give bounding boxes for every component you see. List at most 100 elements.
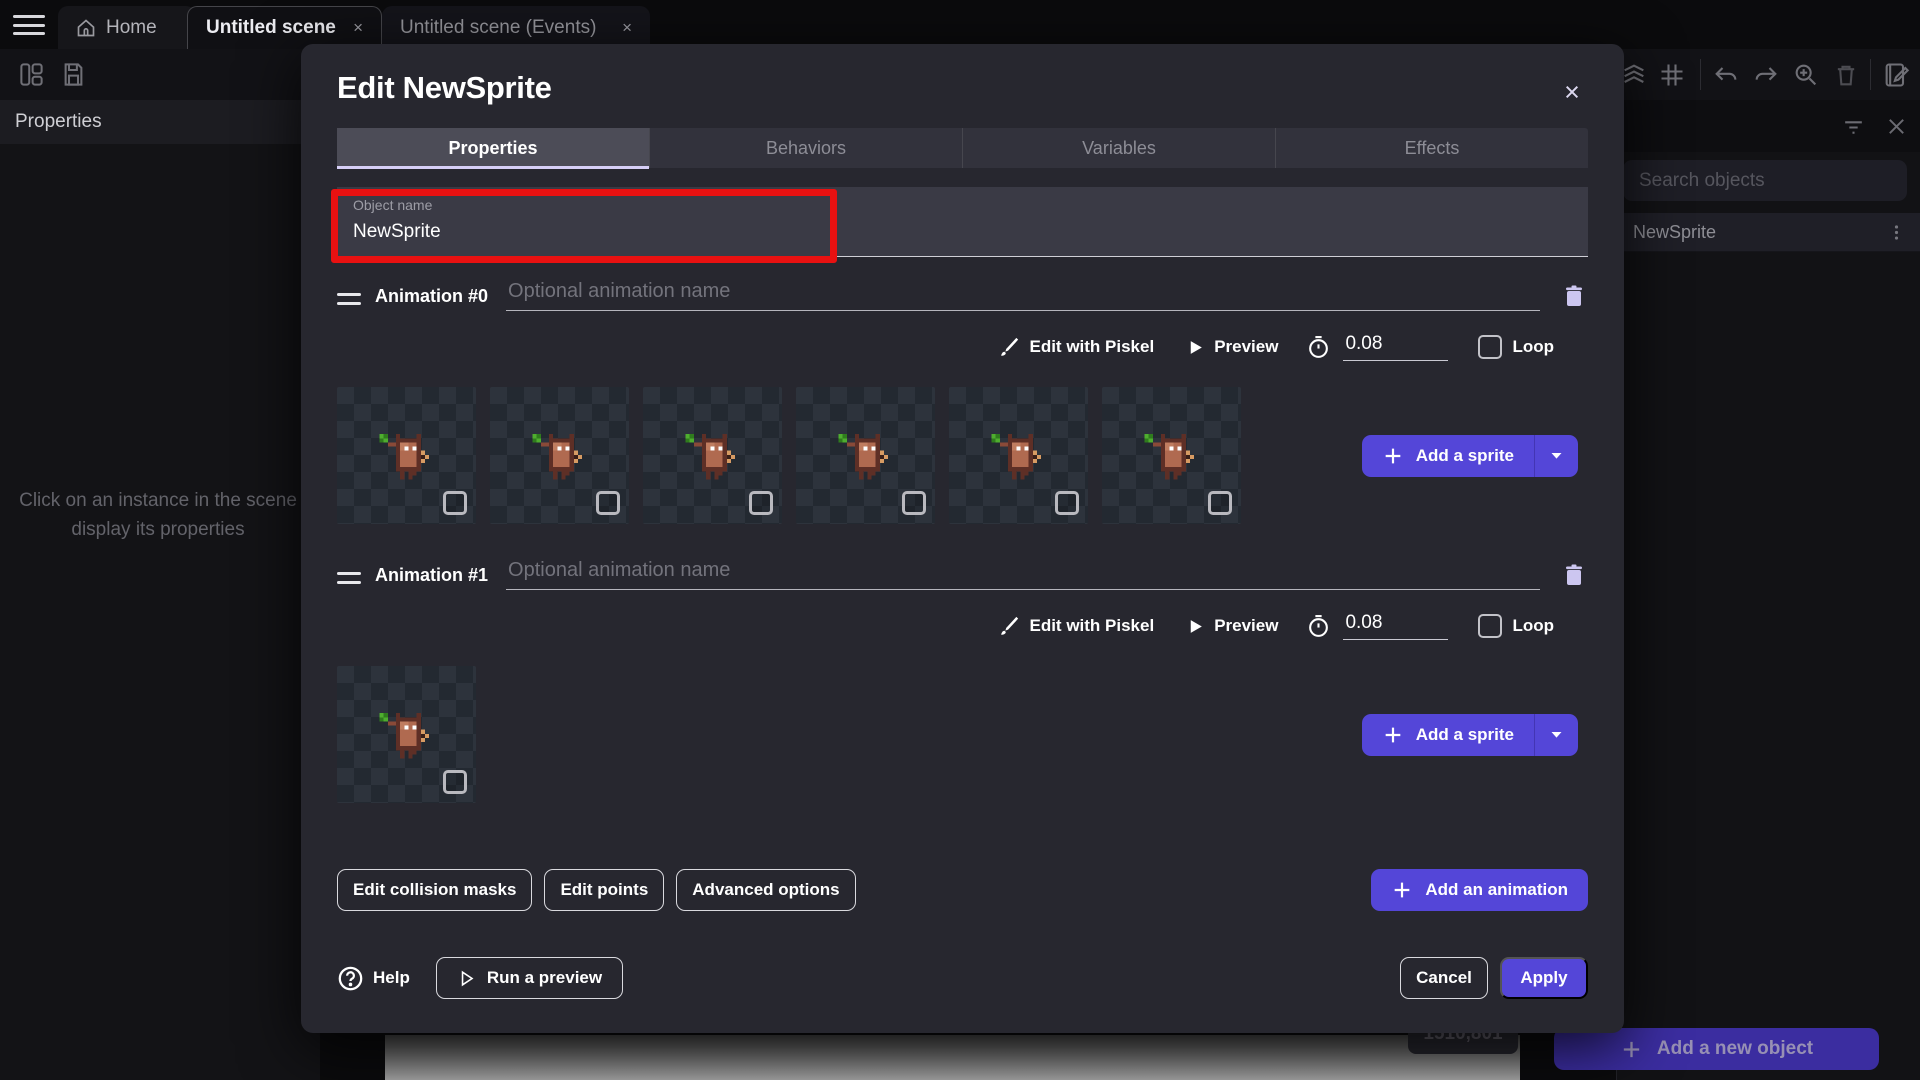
- grid-icon[interactable]: [1658, 61, 1686, 89]
- filter-icon[interactable]: [1841, 115, 1866, 140]
- properties-panel-header: Properties: [0, 100, 320, 144]
- object-name-label: Object name: [353, 197, 1588, 213]
- tab-properties[interactable]: Properties: [337, 128, 650, 168]
- time-between-frames-input[interactable]: 0.08: [1343, 612, 1448, 640]
- redo-icon[interactable]: [1752, 61, 1780, 89]
- tab-effects[interactable]: Effects: [1276, 128, 1588, 168]
- delete-animation-icon[interactable]: [1562, 562, 1586, 588]
- edit-points-button[interactable]: Edit points: [544, 869, 664, 911]
- tab-behaviors[interactable]: Behaviors: [650, 128, 963, 168]
- tab-home[interactable]: Home: [58, 6, 196, 49]
- layers-icon[interactable]: [1620, 61, 1648, 89]
- dialog-secondary-actions: Edit collision masks Edit points Advance…: [337, 869, 1588, 911]
- help-label: Help: [373, 968, 410, 988]
- paintbrush-icon: [998, 615, 1020, 637]
- chevron-down-icon: [1549, 448, 1564, 463]
- object-options-kebab-icon[interactable]: [1887, 223, 1906, 242]
- sprite-frame-thumbnail[interactable]: [643, 387, 782, 524]
- animation-0-header: Animation #0 Optional animation name: [337, 281, 1588, 311]
- drag-handle-icon[interactable]: [337, 572, 361, 584]
- close-dialog-icon[interactable]: ×: [1554, 74, 1590, 110]
- sprite-frame-thumbnail[interactable]: [490, 387, 629, 524]
- plus-icon: [1620, 1038, 1643, 1061]
- tab-variables[interactable]: Variables: [963, 128, 1276, 168]
- menu-icon[interactable]: [13, 13, 45, 37]
- delete-animation-icon[interactable]: [1562, 283, 1586, 309]
- animation-0-frames: Add a sprite: [337, 387, 1588, 524]
- preview-button[interactable]: Preview: [1186, 616, 1278, 636]
- pig-sprite-image: [524, 425, 590, 483]
- toolbar-divider: [1700, 59, 1701, 90]
- add-an-animation-button[interactable]: Add an animation: [1371, 869, 1588, 911]
- open-project-manager-icon[interactable]: [18, 61, 45, 88]
- preview-button[interactable]: Preview: [1186, 337, 1278, 357]
- frame-checkbox[interactable]: [443, 491, 467, 515]
- edit-sprite-dialog: Edit NewSprite × Properties Behaviors Va…: [301, 44, 1624, 1033]
- plus-icon: [1382, 724, 1404, 746]
- frame-checkbox[interactable]: [596, 491, 620, 515]
- objects-panel-header: [1617, 100, 1920, 152]
- preview-label: Preview: [1214, 337, 1278, 357]
- frame-checkbox[interactable]: [749, 491, 773, 515]
- tab-untitled-scene[interactable]: Untitled scene ×: [187, 6, 382, 49]
- properties-panel: Properties: [0, 100, 320, 1080]
- help-button[interactable]: Help: [337, 965, 410, 992]
- loop-checkbox[interactable]: [1478, 335, 1502, 359]
- animation-title: Animation #1: [375, 565, 488, 586]
- apply-button[interactable]: Apply: [1500, 957, 1588, 999]
- play-icon: [1186, 338, 1205, 357]
- frame-checkbox[interactable]: [443, 770, 467, 794]
- add-a-sprite-button[interactable]: Add a sprite: [1362, 714, 1578, 756]
- chevron-down-icon: [1549, 727, 1564, 742]
- delete-icon[interactable]: [1832, 61, 1860, 89]
- sprite-frame-thumbnail[interactable]: [337, 666, 476, 803]
- add-new-object-button[interactable]: Add a new object: [1554, 1028, 1879, 1070]
- frame-checkbox[interactable]: [1055, 491, 1079, 515]
- search-objects-input[interactable]: Search objects: [1623, 160, 1907, 201]
- edit-scene-properties-icon[interactable]: [1882, 61, 1910, 89]
- loop-checkbox[interactable]: [1478, 614, 1502, 638]
- sprite-frame-thumbnail[interactable]: [1102, 387, 1241, 524]
- sprite-frame-thumbnail[interactable]: [337, 387, 476, 524]
- run-a-preview-button[interactable]: Run a preview: [436, 957, 623, 999]
- play-icon: [1186, 617, 1205, 636]
- pig-sprite-image: [371, 425, 437, 483]
- object-name-field[interactable]: Object name NewSprite: [337, 187, 1588, 257]
- advanced-options-button[interactable]: Advanced options: [676, 869, 855, 911]
- zoom-in-icon[interactable]: [1792, 61, 1820, 89]
- sprite-frame-thumbnail[interactable]: [796, 387, 935, 524]
- tab-untitled-scene-events[interactable]: Untitled scene (Events) ×: [382, 6, 650, 49]
- drag-handle-icon[interactable]: [337, 293, 361, 305]
- add-a-sprite-label: Add a sprite: [1416, 725, 1514, 745]
- animation-1-tools: Edit with Piskel Preview 0.08 Loop: [337, 608, 1588, 644]
- animation-name-input[interactable]: Optional animation name: [506, 559, 1540, 590]
- top-tab-bar: Home Untitled scene × Untitled scene (Ev…: [0, 0, 1920, 49]
- save-icon[interactable]: [60, 61, 87, 88]
- add-a-sprite-dropdown[interactable]: [1534, 714, 1578, 756]
- close-tab-icon[interactable]: ×: [353, 18, 363, 38]
- pig-sprite-image: [983, 425, 1049, 483]
- animation-name-input[interactable]: Optional animation name: [506, 280, 1540, 311]
- plus-icon: [1382, 445, 1404, 467]
- sprite-frame-thumbnail[interactable]: [949, 387, 1088, 524]
- object-list-item-newsprite[interactable]: NewSprite: [1617, 213, 1920, 252]
- undo-icon[interactable]: [1712, 61, 1740, 89]
- scene-canvas[interactable]: [385, 1035, 1520, 1080]
- add-a-sprite-main[interactable]: Add a sprite: [1362, 435, 1534, 477]
- add-a-sprite-button[interactable]: Add a sprite: [1362, 435, 1578, 477]
- dialog-title: Edit NewSprite: [337, 70, 1588, 106]
- close-tab-icon[interactable]: ×: [622, 18, 632, 38]
- time-between-frames-input[interactable]: 0.08: [1343, 333, 1448, 361]
- cancel-button[interactable]: Cancel: [1400, 957, 1488, 999]
- loop-label: Loop: [1512, 337, 1554, 357]
- object-name-value: NewSprite: [353, 221, 1588, 243]
- add-a-sprite-dropdown[interactable]: [1534, 435, 1578, 477]
- edit-with-piskel-button[interactable]: Edit with Piskel: [998, 615, 1154, 637]
- frame-checkbox[interactable]: [1208, 491, 1232, 515]
- edit-collision-masks-button[interactable]: Edit collision masks: [337, 869, 532, 911]
- edit-with-piskel-button[interactable]: Edit with Piskel: [998, 336, 1154, 358]
- close-panel-icon[interactable]: [1885, 115, 1908, 138]
- frame-checkbox[interactable]: [902, 491, 926, 515]
- add-a-sprite-main[interactable]: Add a sprite: [1362, 714, 1534, 756]
- paintbrush-icon: [998, 336, 1020, 358]
